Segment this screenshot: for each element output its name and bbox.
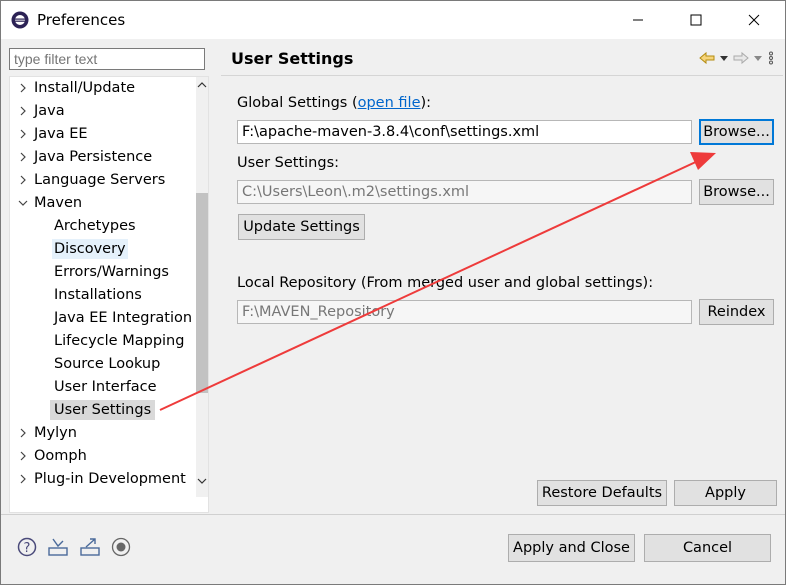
back-arrow-icon[interactable] bbox=[699, 51, 715, 65]
maximize-icon bbox=[690, 14, 702, 26]
tree-item-user-interface[interactable]: User Interface bbox=[54, 377, 157, 397]
local-repository-field[interactable]: F:\MAVEN_Repository bbox=[237, 300, 692, 324]
tree-item-mylyn[interactable]: Mylyn bbox=[18, 423, 77, 443]
maximize-button[interactable] bbox=[673, 5, 719, 35]
title-bar: Preferences bbox=[1, 1, 785, 39]
tree-item-install-update[interactable]: Install/Update bbox=[18, 78, 135, 98]
update-settings-button[interactable]: Update Settings bbox=[238, 214, 365, 240]
tree-item-oomph[interactable]: Oomph bbox=[18, 446, 87, 466]
tree-item-java-ee[interactable]: Java EE bbox=[18, 124, 88, 144]
chevron-right-icon bbox=[20, 451, 26, 461]
window-title: Preferences bbox=[37, 11, 126, 29]
footer-icons: ? bbox=[17, 537, 131, 557]
back-dropdown-icon[interactable] bbox=[719, 51, 729, 65]
chevron-right-icon bbox=[20, 474, 26, 484]
dialog-content: Install/Update Java Java EE Java Persist… bbox=[1, 39, 785, 584]
tree-item-lifecycle-mapping[interactable]: Lifecycle Mapping bbox=[54, 331, 184, 351]
chevron-down-icon bbox=[18, 200, 28, 206]
apply-and-close-button[interactable]: Apply and Close bbox=[508, 534, 635, 562]
user-browse-button[interactable]: Browse... bbox=[699, 179, 774, 205]
global-settings-label: Global Settings (open file): bbox=[237, 95, 432, 111]
restore-defaults-button[interactable]: Restore Defaults bbox=[537, 480, 667, 506]
scroll-up-icon[interactable] bbox=[196, 79, 208, 91]
chevron-right-icon bbox=[20, 83, 26, 93]
tree-item-errors-warnings[interactable]: Errors/Warnings bbox=[54, 262, 169, 282]
chevron-right-icon bbox=[20, 428, 26, 438]
tree-item-installations[interactable]: Installations bbox=[54, 285, 142, 305]
tree-item-java[interactable]: Java bbox=[18, 101, 65, 121]
minimize-icon bbox=[633, 19, 643, 21]
footer-separator bbox=[1, 514, 785, 515]
chevron-right-icon bbox=[20, 152, 26, 162]
page-nav-toolbar bbox=[699, 51, 775, 65]
tree-vertical-scroll-thumb[interactable] bbox=[196, 193, 208, 393]
tree-item-java-persistence[interactable]: Java Persistence bbox=[18, 147, 152, 167]
global-browse-button[interactable]: Browse... bbox=[699, 119, 774, 145]
record-icon[interactable] bbox=[111, 537, 131, 557]
tree-item-user-settings[interactable]: User Settings bbox=[50, 400, 156, 420]
open-file-link[interactable]: open file bbox=[358, 95, 421, 111]
export-icon[interactable] bbox=[79, 537, 101, 557]
import-icon[interactable] bbox=[47, 537, 69, 557]
forward-dropdown-icon[interactable] bbox=[753, 51, 763, 65]
tree-item-source-lookup[interactable]: Source Lookup bbox=[54, 354, 160, 374]
forward-arrow-icon[interactable] bbox=[733, 51, 749, 65]
tree-item-language-servers[interactable]: Language Servers bbox=[18, 170, 165, 190]
preferences-window: Preferences Install/Update Java Java EE bbox=[0, 0, 786, 585]
reindex-button[interactable]: Reindex bbox=[699, 299, 774, 325]
local-repository-label: Local Repository (From merged user and g… bbox=[237, 275, 654, 291]
minimize-button[interactable] bbox=[615, 5, 661, 35]
chevron-right-icon bbox=[20, 175, 26, 185]
chevron-right-icon bbox=[20, 106, 26, 116]
close-icon bbox=[748, 14, 760, 26]
scroll-down-icon[interactable] bbox=[196, 475, 208, 487]
eclipse-icon bbox=[11, 11, 29, 29]
apply-button[interactable]: Apply bbox=[674, 480, 777, 506]
tree-item-discovery[interactable]: Discovery bbox=[52, 239, 128, 259]
close-button[interactable] bbox=[731, 5, 777, 35]
page-title: User Settings bbox=[231, 49, 354, 68]
tree-item-java-ee-integration[interactable]: Java EE Integration bbox=[54, 308, 192, 328]
global-settings-field[interactable]: F:\apache-maven-3.8.4\conf\settings.xml bbox=[237, 120, 692, 144]
tree-item-maven[interactable]: Maven bbox=[18, 193, 82, 213]
title-separator bbox=[221, 75, 783, 76]
filter-input[interactable] bbox=[9, 48, 205, 70]
tree-item-plugin-development[interactable]: Plug-in Development bbox=[18, 469, 186, 489]
user-settings-label: User Settings: bbox=[237, 155, 340, 171]
settings-page: User Settings Global Settings (open file… bbox=[221, 45, 783, 511]
preference-tree: Install/Update Java Java EE Java Persist… bbox=[9, 76, 209, 513]
cancel-button[interactable]: Cancel bbox=[644, 534, 771, 562]
chevron-right-icon bbox=[20, 129, 26, 139]
svg-text:?: ? bbox=[24, 541, 31, 556]
help-icon[interactable]: ? bbox=[17, 537, 37, 557]
more-options-icon[interactable] bbox=[767, 51, 775, 65]
tree-item-archetypes[interactable]: Archetypes bbox=[54, 216, 136, 236]
user-settings-field[interactable]: C:\Users\Leon\.m2\settings.xml bbox=[237, 180, 692, 204]
